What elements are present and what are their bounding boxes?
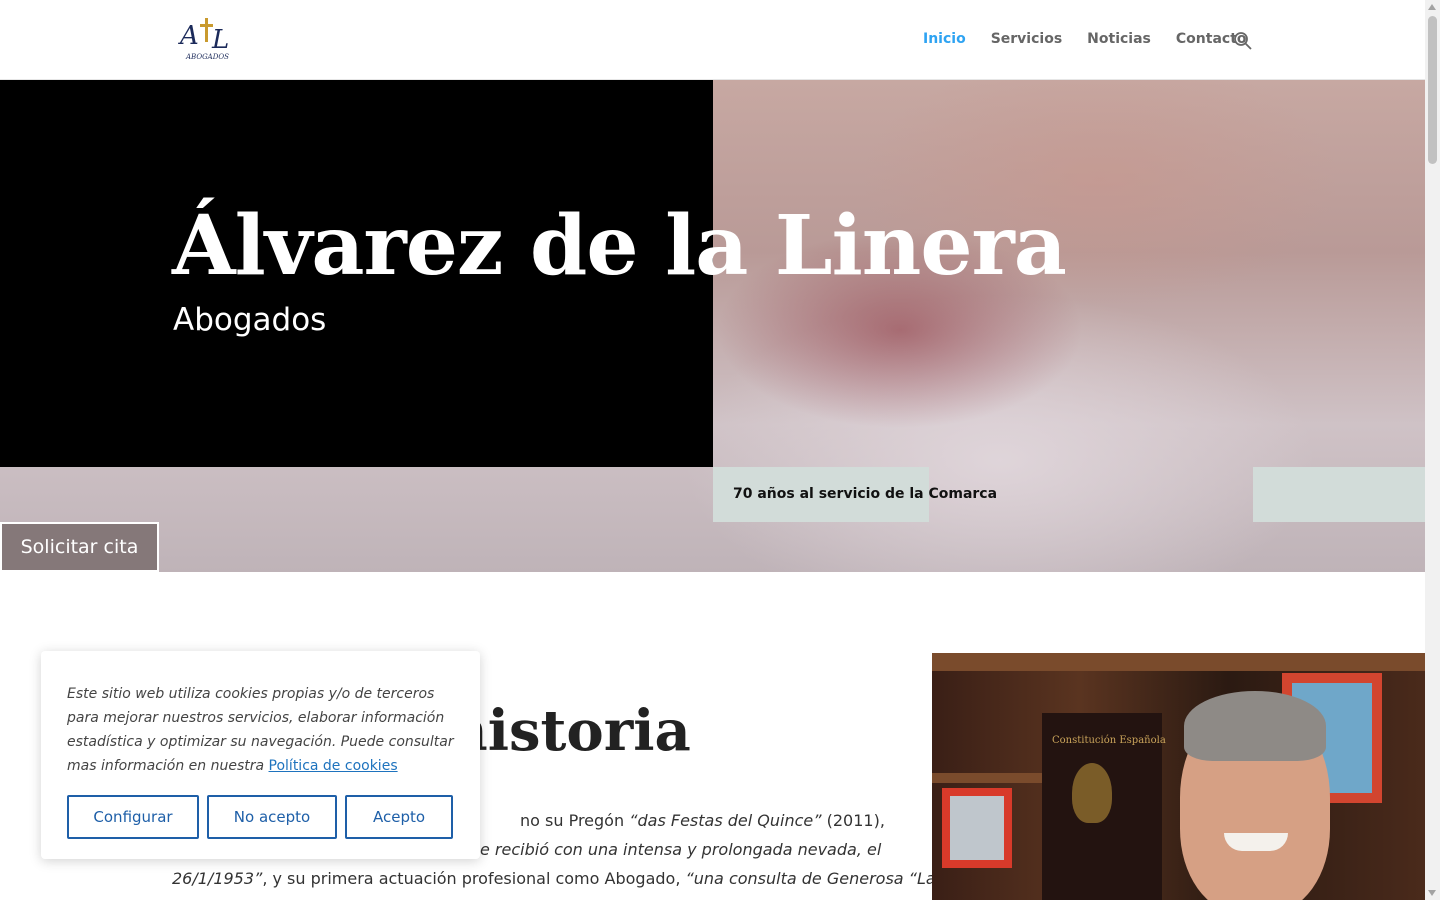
para-line2-italic: e recibió con una intensa y prolongada n… bbox=[480, 840, 882, 859]
hero-tagline: 70 años al servicio de la Comarca bbox=[733, 486, 998, 502]
para-line1-italic: “das Festas del Quince” bbox=[629, 811, 822, 830]
site-logo[interactable]: A L ABOGADOS bbox=[178, 16, 236, 62]
hero-section: Álvarez de la Linera Abogados 70 años al… bbox=[0, 80, 1425, 572]
nav-inicio[interactable]: Inicio bbox=[923, 31, 966, 47]
search-icon[interactable] bbox=[1233, 31, 1253, 51]
cookie-text: Este sitio web utiliza cookies propias y… bbox=[67, 682, 467, 778]
cookie-reject-button[interactable]: No acepto bbox=[207, 795, 337, 839]
svg-text:L: L bbox=[211, 25, 229, 55]
hero-title: Álvarez de la Linera bbox=[172, 198, 1067, 294]
para-line3-text: , y su primera actuación profesional com… bbox=[262, 869, 686, 888]
cookie-policy-link[interactable]: Política de cookies bbox=[269, 758, 398, 774]
cookie-configure-button[interactable]: Configurar bbox=[67, 795, 199, 839]
section-title: historia bbox=[447, 698, 691, 764]
para-line1-tail: (2011), bbox=[821, 811, 885, 830]
para-line3-italic2: “una consulta de Generosa “La bbox=[685, 869, 936, 888]
cookie-banner: Este sitio web utiliza cookies propias y… bbox=[41, 651, 480, 859]
decorative-box bbox=[1253, 467, 1425, 522]
para-line3-italic: 26/1/1953” bbox=[172, 869, 263, 888]
request-appointment-button[interactable]: Solicitar cita bbox=[0, 522, 159, 572]
para-line1-text: no su Pregón bbox=[520, 811, 630, 830]
scrollbar-thumb[interactable] bbox=[1428, 16, 1437, 164]
hero-subtitle: Abogados bbox=[173, 302, 327, 338]
svg-text:ABOGADOS: ABOGADOS bbox=[185, 53, 229, 61]
scroll-up-arrow-icon[interactable] bbox=[1428, 4, 1436, 10]
nav-servicios[interactable]: Servicios bbox=[991, 31, 1062, 47]
svg-text:A: A bbox=[178, 21, 199, 51]
page-scrollbar[interactable] bbox=[1425, 0, 1440, 900]
lawyer-portrait-photo: Constitución Española bbox=[932, 653, 1425, 900]
site-header: A L ABOGADOS Inicio Servicios Noticias C… bbox=[0, 0, 1425, 80]
scroll-down-arrow-icon[interactable] bbox=[1428, 890, 1436, 896]
cookie-accept-button[interactable]: Acepto bbox=[345, 795, 453, 839]
nav-noticias[interactable]: Noticias bbox=[1087, 31, 1151, 47]
main-nav: Inicio Servicios Noticias Contacto bbox=[923, 31, 1272, 47]
